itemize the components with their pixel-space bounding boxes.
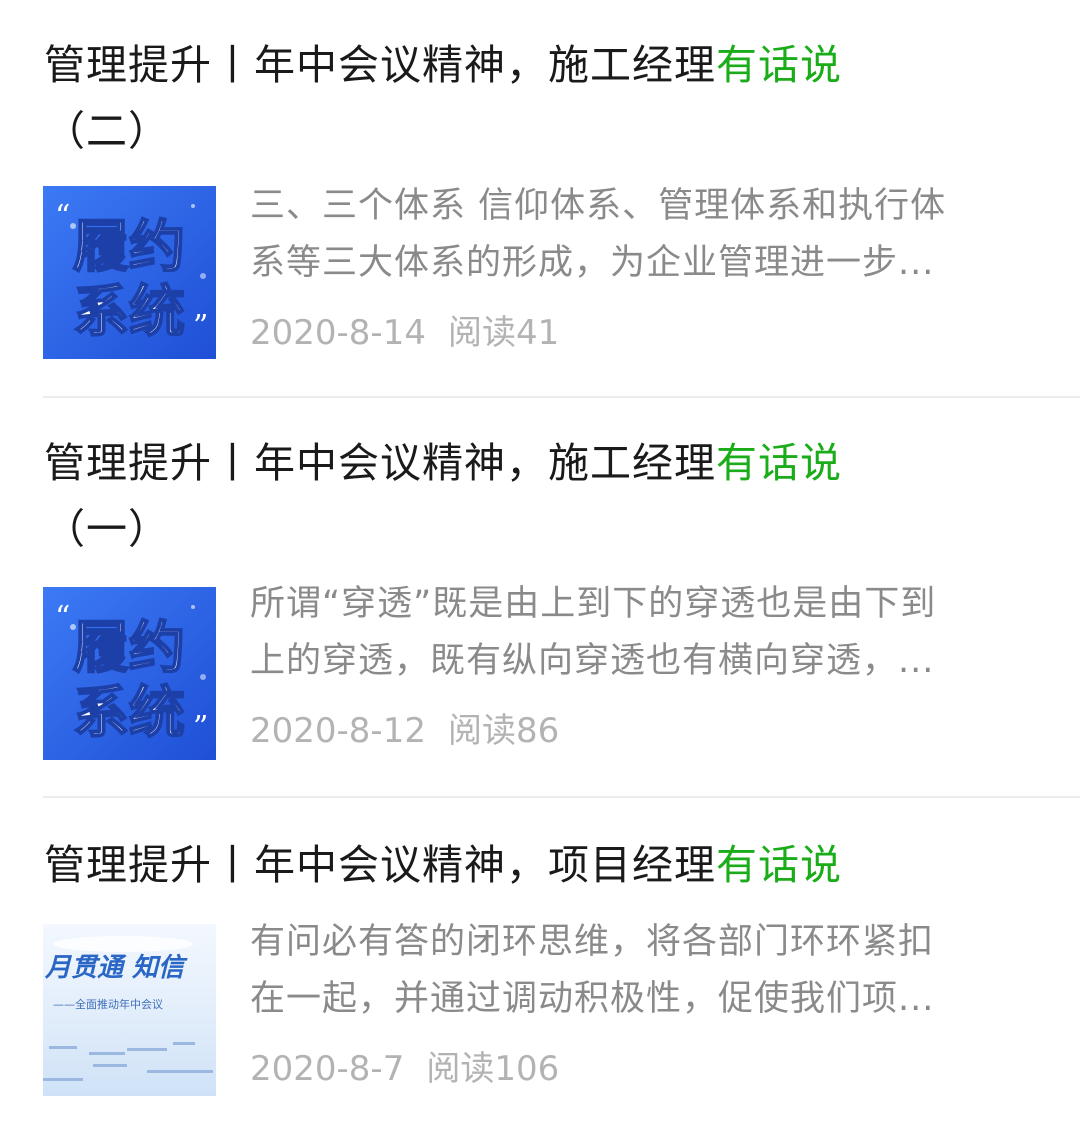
thumb-line-2: ——全面推动年中会议 xyxy=(53,997,163,1011)
digest-line: 在一起，并通过调动积极性，促使我们项... xyxy=(250,979,935,1019)
article-thumbnail[interactable]: “ ” 履约 系统 xyxy=(43,587,216,760)
article-meta: 2020-8-12 阅读86 xyxy=(250,711,559,751)
digest-line: 上的穿透，既有纵向穿透也有横向穿透，... xyxy=(250,641,935,681)
article-digest: 所谓“穿透”既是由上到下的穿透也是由下到 上的穿透，既有纵向穿透也有横向穿透，..… xyxy=(250,576,1040,690)
article-digest: 三、三个体系 信仰体系、管理体系和执行体 系等三大体系的形成，为企业管理进一步..… xyxy=(250,178,1040,292)
article-meta: 2020-8-14 阅读41 xyxy=(250,313,559,353)
article-item[interactable]: 管理提升丨年中会议精神，施工经理有话说 （二） “ ” 履约 系统 三、三个体系… xyxy=(0,0,1080,398)
publish-date: 2020-8-12 xyxy=(250,711,426,751)
svg-text:”: ” xyxy=(193,710,208,745)
publish-date: 2020-8-14 xyxy=(250,313,426,353)
thumb-line-1: 月贯通 知信 xyxy=(44,953,188,983)
thumb-line-1: 履约 xyxy=(73,616,185,681)
title-suffix: （一） xyxy=(44,505,170,553)
svg-text:“: “ xyxy=(55,600,70,635)
digest-line: 三、三个体系 信仰体系、管理体系和执行体 xyxy=(250,186,947,226)
title-text: 管理提升丨年中会议精神，施工经理 xyxy=(44,41,716,89)
digest-line: 有问必有答的闭环思维，将各部门环环紧扣 xyxy=(250,922,935,962)
thumb-line-2: 系统 xyxy=(73,280,185,345)
article-item[interactable]: 管理提升丨年中会议精神，项目经理有话说 月贯通 知信 ——全面推动年中会议 有问… xyxy=(0,798,1080,1127)
title-highlight: 有话说 xyxy=(716,841,842,889)
thumb-line-1: 履约 xyxy=(73,215,185,280)
article-list: 管理提升丨年中会议精神，施工经理有话说 （二） “ ” 履约 系统 三、三个体系… xyxy=(0,0,1080,1127)
title-text: 管理提升丨年中会议精神，项目经理 xyxy=(44,841,716,889)
svg-text:”: ” xyxy=(193,309,208,344)
article-title[interactable]: 管理提升丨年中会议精神，施工经理有话说 （一） xyxy=(44,430,1034,562)
digest-line: 系等三大体系的形成，为企业管理进一步... xyxy=(250,243,935,283)
read-count: 阅读41 xyxy=(447,313,560,353)
title-highlight: 有话说 xyxy=(716,439,842,487)
title-suffix: （二） xyxy=(44,107,170,155)
read-count: 阅读106 xyxy=(426,1049,560,1089)
title-text: 管理提升丨年中会议精神，施工经理 xyxy=(44,439,716,487)
article-thumbnail[interactable]: “ ” 履约 系统 xyxy=(43,186,216,359)
article-meta: 2020-8-7 阅读106 xyxy=(250,1049,559,1089)
digest-line: 所谓“穿透”既是由上到下的穿透也是由下到 xyxy=(250,584,937,624)
thumb-line-2: 系统 xyxy=(73,681,185,746)
svg-text:“: “ xyxy=(55,199,70,234)
article-digest: 有问必有答的闭环思维，将各部门环环紧扣 在一起，并通过调动积极性，促使我们项... xyxy=(250,914,1040,1028)
article-title[interactable]: 管理提升丨年中会议精神，施工经理有话说 （二） xyxy=(44,32,1034,164)
article-title[interactable]: 管理提升丨年中会议精神，项目经理有话说 xyxy=(44,832,1034,898)
article-thumbnail[interactable]: 月贯通 知信 ——全面推动年中会议 xyxy=(43,924,216,1096)
read-count: 阅读86 xyxy=(447,711,560,751)
article-item[interactable]: 管理提升丨年中会议精神，施工经理有话说 （一） “ ” 履约 系统 所谓“穿透”… xyxy=(0,398,1080,798)
publish-date: 2020-8-7 xyxy=(250,1049,405,1089)
title-highlight: 有话说 xyxy=(716,41,842,89)
